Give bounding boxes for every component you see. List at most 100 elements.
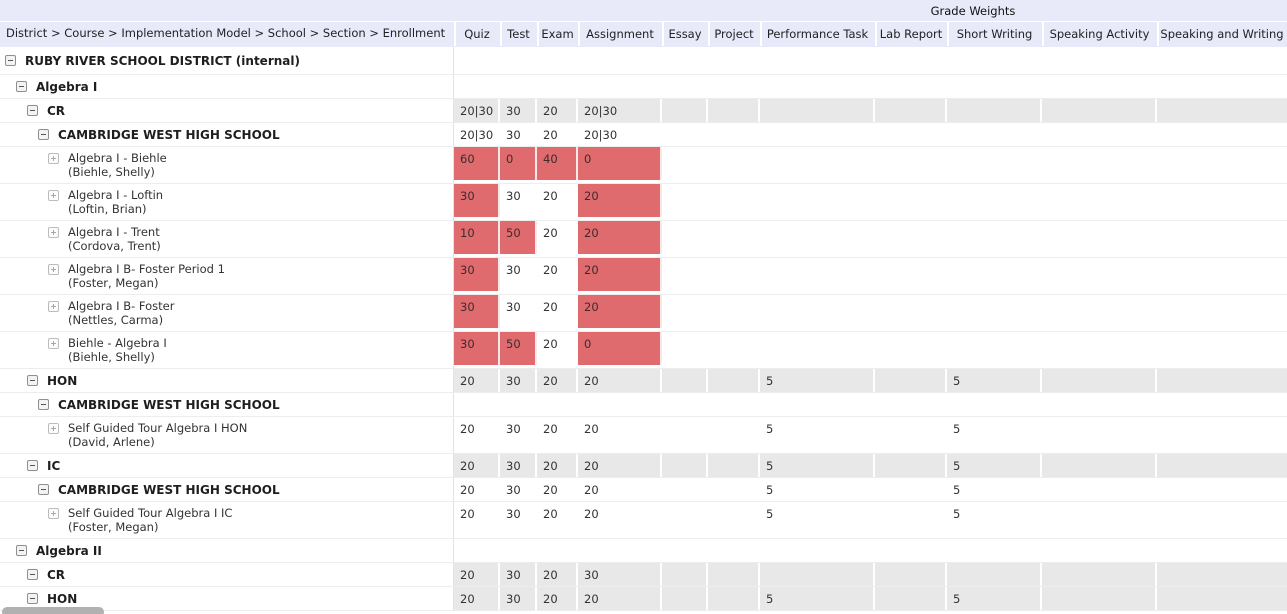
hierarchy-header: District > Course > Implementation Model… xyxy=(0,0,454,47)
weight-cell xyxy=(947,75,1042,98)
tree-row-teacher: (Loftin, Brian) xyxy=(68,202,163,216)
collapse-icon[interactable] xyxy=(27,569,38,580)
weight-cell: 0 xyxy=(500,147,537,183)
expand-icon[interactable] xyxy=(48,423,59,434)
weight-cell: 20 xyxy=(454,369,500,392)
weight-cell: 5 xyxy=(760,478,875,501)
weight-cell xyxy=(760,258,875,294)
expand-icon[interactable] xyxy=(48,338,59,349)
weight-cell xyxy=(500,75,537,98)
weight-cell xyxy=(760,75,875,98)
weight-cell: 20 xyxy=(454,454,500,477)
weight-cells xyxy=(454,539,1287,562)
collapse-icon[interactable] xyxy=(16,545,27,556)
collapse-icon[interactable] xyxy=(5,55,16,66)
weight-cell xyxy=(662,184,708,220)
tree-table-body: RUBY RIVER SCHOOL DISTRICT (internal) Alg… xyxy=(0,47,1287,611)
weight-cell: 30 xyxy=(578,563,662,586)
weight-cell: 30 xyxy=(454,184,500,220)
weight-cells: 2030202055 xyxy=(454,417,1287,453)
tree-row: Algebra I xyxy=(0,75,1287,99)
table-header: District > Course > Implementation Model… xyxy=(0,0,1287,47)
weight-cell: 5 xyxy=(760,454,875,477)
weight-cells xyxy=(454,393,1287,416)
weight-cell xyxy=(708,587,760,610)
weight-cell xyxy=(662,502,708,538)
tree-row-labels: HON xyxy=(47,592,77,606)
expand-icon[interactable] xyxy=(48,227,59,238)
weight-cell xyxy=(708,539,760,562)
weight-cell xyxy=(1157,221,1287,257)
weight-cell xyxy=(1042,295,1157,331)
weight-cell xyxy=(1042,123,1157,146)
expand-icon[interactable] xyxy=(48,153,59,164)
weight-cell xyxy=(1042,502,1157,538)
weight-cells: 30302020 xyxy=(454,258,1287,294)
weight-cell: 30 xyxy=(454,332,500,368)
weight-cell xyxy=(1157,75,1287,98)
weight-cell xyxy=(1157,147,1287,183)
weight-cell xyxy=(875,184,947,220)
weight-cell xyxy=(1042,221,1157,257)
horizontal-scrollbar-thumb[interactable] xyxy=(2,607,104,614)
weight-cell xyxy=(875,123,947,146)
expand-icon[interactable] xyxy=(48,301,59,312)
tree-row-label: RUBY RIVER SCHOOL DISTRICT (internal) xyxy=(25,54,300,68)
weight-cell xyxy=(760,295,875,331)
column-header-speaking-activity: Speaking Activity xyxy=(1042,21,1157,46)
weight-cell xyxy=(662,99,708,122)
collapse-icon[interactable] xyxy=(27,375,38,386)
tree-row: CR20302030 xyxy=(0,563,1287,587)
weight-cell xyxy=(1157,369,1287,392)
weight-cell xyxy=(875,332,947,368)
weight-cell: 30 xyxy=(500,295,537,331)
tree-row: CAMBRIDGE WEST HIGH SCHOOL2030202055 xyxy=(0,478,1287,502)
tree-row: Self Guided Tour Algebra I HON(David, Ar… xyxy=(0,417,1287,454)
weight-cell xyxy=(708,47,760,74)
weight-cell xyxy=(708,258,760,294)
weight-cell: 30 xyxy=(500,184,537,220)
collapse-icon[interactable] xyxy=(38,129,49,140)
weight-cell xyxy=(760,539,875,562)
collapse-icon[interactable] xyxy=(27,105,38,116)
tree-cell: Algebra I - Biehle(Biehle, Shelly) xyxy=(0,147,454,183)
tree-row: Algebra I - Trent(Cordova, Trent)1050202… xyxy=(0,221,1287,258)
weight-cell: 20 xyxy=(578,454,662,477)
expand-icon[interactable] xyxy=(48,508,59,519)
weight-cell xyxy=(1157,539,1287,562)
tree-cell: CR xyxy=(0,99,454,122)
weight-cell xyxy=(947,332,1042,368)
weight-cell xyxy=(708,332,760,368)
column-header-project: Project xyxy=(708,21,760,46)
tree-row: HON2030202055 xyxy=(0,587,1287,611)
column-header-assignment: Assignment xyxy=(578,21,662,46)
tree-row-labels: Algebra I B- Foster(Nettles, Carma) xyxy=(68,299,174,327)
weight-cell xyxy=(708,184,760,220)
weight-cell xyxy=(708,295,760,331)
weight-cell: 20 xyxy=(578,369,662,392)
tree-row-teacher: (Foster, Megan) xyxy=(68,520,232,534)
collapse-icon[interactable] xyxy=(16,81,27,92)
tree-row-labels: HON xyxy=(47,374,77,388)
weight-cell: 5 xyxy=(947,369,1042,392)
collapse-icon[interactable] xyxy=(27,460,38,471)
weight-cell: 20 xyxy=(578,502,662,538)
expand-icon[interactable] xyxy=(48,264,59,275)
collapse-icon[interactable] xyxy=(38,399,49,410)
weight-cells: 30302020 xyxy=(454,295,1287,331)
expand-icon[interactable] xyxy=(48,190,59,201)
tree-row-teacher: (David, Arlene) xyxy=(68,435,247,449)
tree-cell: HON xyxy=(0,369,454,392)
tree-cell: RUBY RIVER SCHOOL DISTRICT (internal) xyxy=(0,47,454,74)
column-header-short-writing: Short Writing xyxy=(947,21,1042,46)
collapse-icon[interactable] xyxy=(27,593,38,604)
weight-cell xyxy=(1157,47,1287,74)
weight-cell: 20 xyxy=(537,258,578,294)
weight-cell xyxy=(947,184,1042,220)
weight-cell xyxy=(537,393,578,416)
weight-cell: 30 xyxy=(500,99,537,122)
collapse-icon[interactable] xyxy=(38,484,49,495)
tree-row: IC2030202055 xyxy=(0,454,1287,478)
weight-cell xyxy=(1042,539,1157,562)
weight-cell xyxy=(875,221,947,257)
